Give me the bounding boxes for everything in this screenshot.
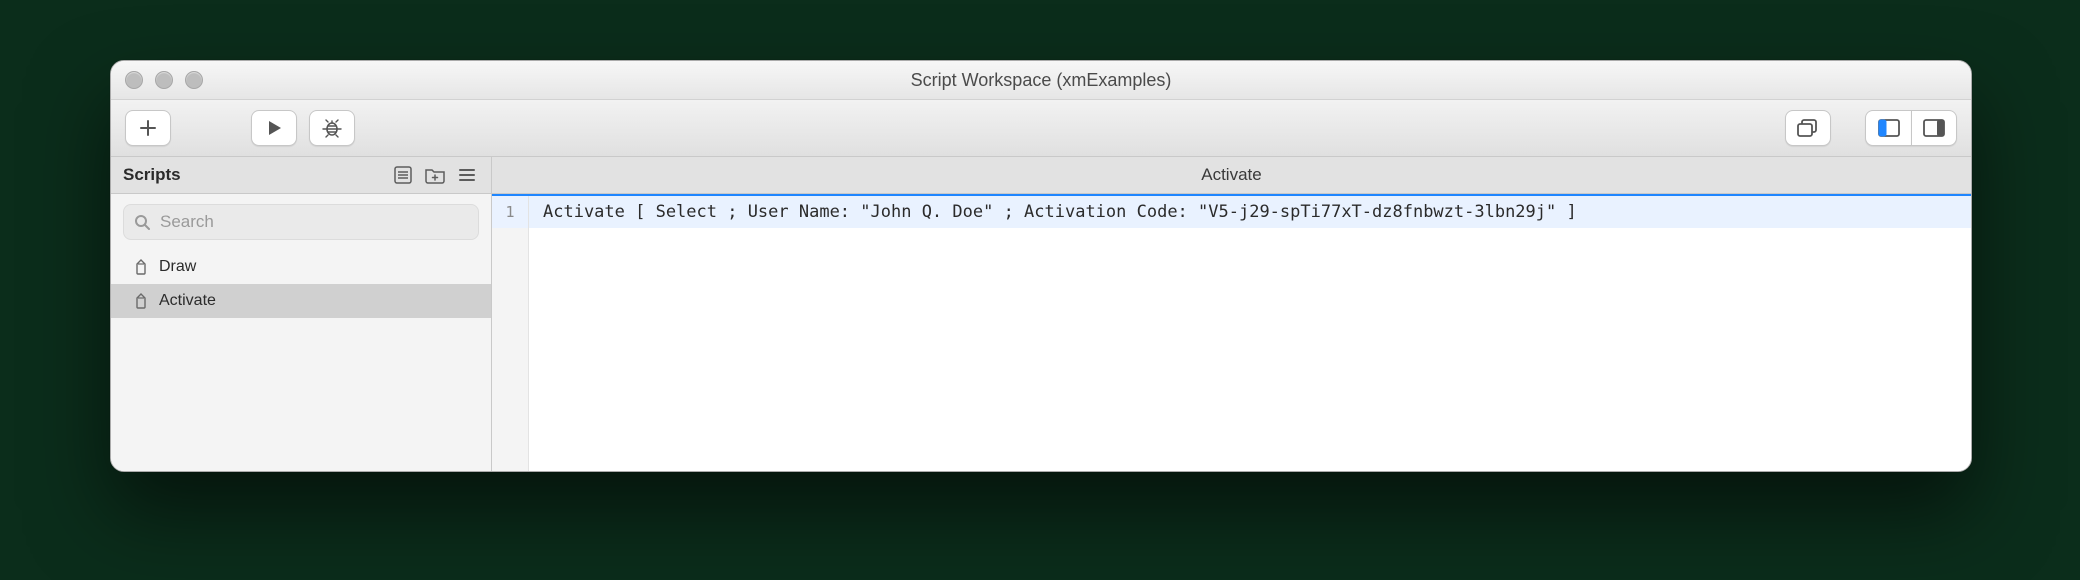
toolbar (111, 100, 1971, 157)
left-panel-icon (1878, 119, 1900, 137)
stacked-windows-icon (1797, 119, 1819, 137)
script-item-label: Draw (159, 258, 196, 276)
panel-toggle-group (1865, 110, 1957, 146)
list-icon (458, 166, 476, 184)
plus-icon (138, 118, 158, 138)
script-line[interactable]: 1 Activate [ Select ; User Name: "John Q… (492, 194, 1971, 228)
editor-body[interactable]: 1 Activate [ Select ; User Name: "John Q… (492, 194, 1971, 471)
zoom-window-button[interactable] (185, 71, 203, 89)
checklist-icon (394, 166, 412, 184)
scripts-panel-header: Scripts (111, 157, 491, 194)
editor-empty-area[interactable] (492, 228, 1971, 471)
new-script-button[interactable] (125, 110, 171, 146)
app-window: Script Workspace (xmExamples) (110, 60, 1972, 472)
new-folder-button[interactable] (423, 163, 447, 187)
editor-tab-title: Activate (492, 157, 1971, 194)
close-window-button[interactable] (125, 71, 143, 89)
script-editor: Activate 1 Activate [ Select ; User Name… (492, 157, 1971, 471)
scripts-search[interactable] (123, 204, 479, 240)
script-icon (133, 258, 151, 276)
right-panel-icon (1923, 119, 1945, 137)
gutter-empty (492, 228, 529, 471)
toggle-right-panel-button[interactable] (1911, 110, 1957, 146)
scripts-panel-title: Scripts (123, 165, 181, 185)
toggle-left-panel-button[interactable] (1865, 110, 1911, 146)
script-list[interactable]: Draw Activate (111, 250, 491, 471)
search-input[interactable] (158, 211, 468, 233)
folder-plus-icon (425, 166, 445, 184)
search-wrap (111, 194, 491, 250)
search-icon (134, 214, 150, 230)
bug-icon (321, 118, 343, 138)
script-item-label: Activate (159, 292, 216, 310)
window-controls (125, 71, 203, 89)
minimize-window-button[interactable] (155, 71, 173, 89)
script-item-draw[interactable]: Draw (111, 250, 491, 284)
scripts-sidebar: Scripts (111, 157, 492, 471)
toggle-list-view-button[interactable] (455, 163, 479, 187)
line-content: Activate [ Select ; User Name: "John Q. … (529, 196, 1971, 228)
include-in-menu-button[interactable] (391, 163, 415, 187)
script-icon (133, 292, 151, 310)
body: Scripts (111, 157, 1971, 471)
line-number: 1 (492, 196, 529, 228)
script-item-activate[interactable]: Activate (111, 284, 491, 318)
debug-button[interactable] (309, 110, 355, 146)
play-icon (265, 119, 283, 137)
window-title: Script Workspace (xmExamples) (111, 70, 1971, 91)
run-button[interactable] (251, 110, 297, 146)
view-tabs-button[interactable] (1785, 110, 1831, 146)
titlebar: Script Workspace (xmExamples) (111, 61, 1971, 100)
